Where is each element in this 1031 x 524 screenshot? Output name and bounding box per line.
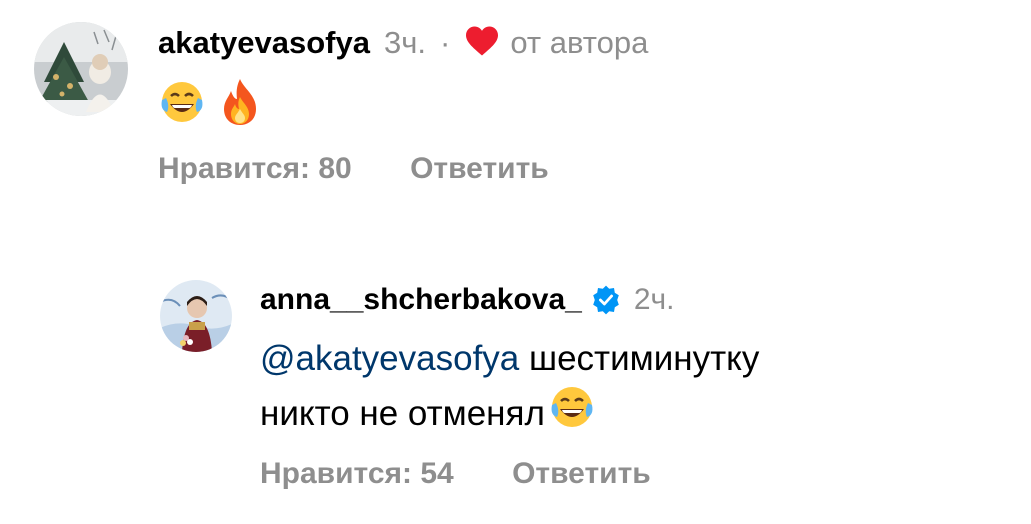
likes-count[interactable]: Нравится: 54 [260, 457, 454, 490]
comment-text: @akatyevasofya шестиминутку никто не отм… [260, 335, 960, 444]
comment-header: akatyevasofya 3ч. · от автора [158, 22, 648, 64]
mention-link[interactable]: @akatyevasofya [260, 339, 519, 378]
comment-header: anna__shcherbakova_ 2ч. [260, 280, 675, 320]
username[interactable]: anna__shcherbakova_ [260, 283, 582, 317]
verified-badge-icon [590, 284, 622, 316]
fire-emoji [218, 77, 262, 132]
timestamp: 2ч. [633, 283, 675, 316]
comment-text-line-1: шестиминутку [529, 339, 760, 378]
username[interactable]: akatyevasofya [158, 25, 370, 61]
avatar[interactable] [160, 280, 232, 352]
tears-of-joy-emoji [547, 383, 597, 444]
liked-by-author-label: от автора [510, 25, 649, 60]
reply-button[interactable]: Ответить [410, 152, 549, 185]
separator: · [440, 25, 451, 60]
tears-of-joy-emoji [158, 78, 206, 131]
heart-icon [464, 25, 500, 65]
timestamp: 3ч. [384, 25, 427, 60]
comment-line-1: @akatyevasofya шестиминутку [260, 335, 960, 383]
reply-button[interactable]: Ответить [512, 457, 651, 490]
comment-actions: Нравится: 80 Ответить [158, 152, 549, 186]
comment-line-2: никто не отменял [260, 383, 960, 444]
comment-text [158, 76, 262, 132]
comment-actions: Нравится: 54 Ответить [260, 457, 651, 491]
comment-text-line-2: никто не отменял [260, 393, 545, 433]
avatar[interactable] [34, 22, 128, 116]
likes-count[interactable]: Нравится: 80 [158, 152, 352, 185]
